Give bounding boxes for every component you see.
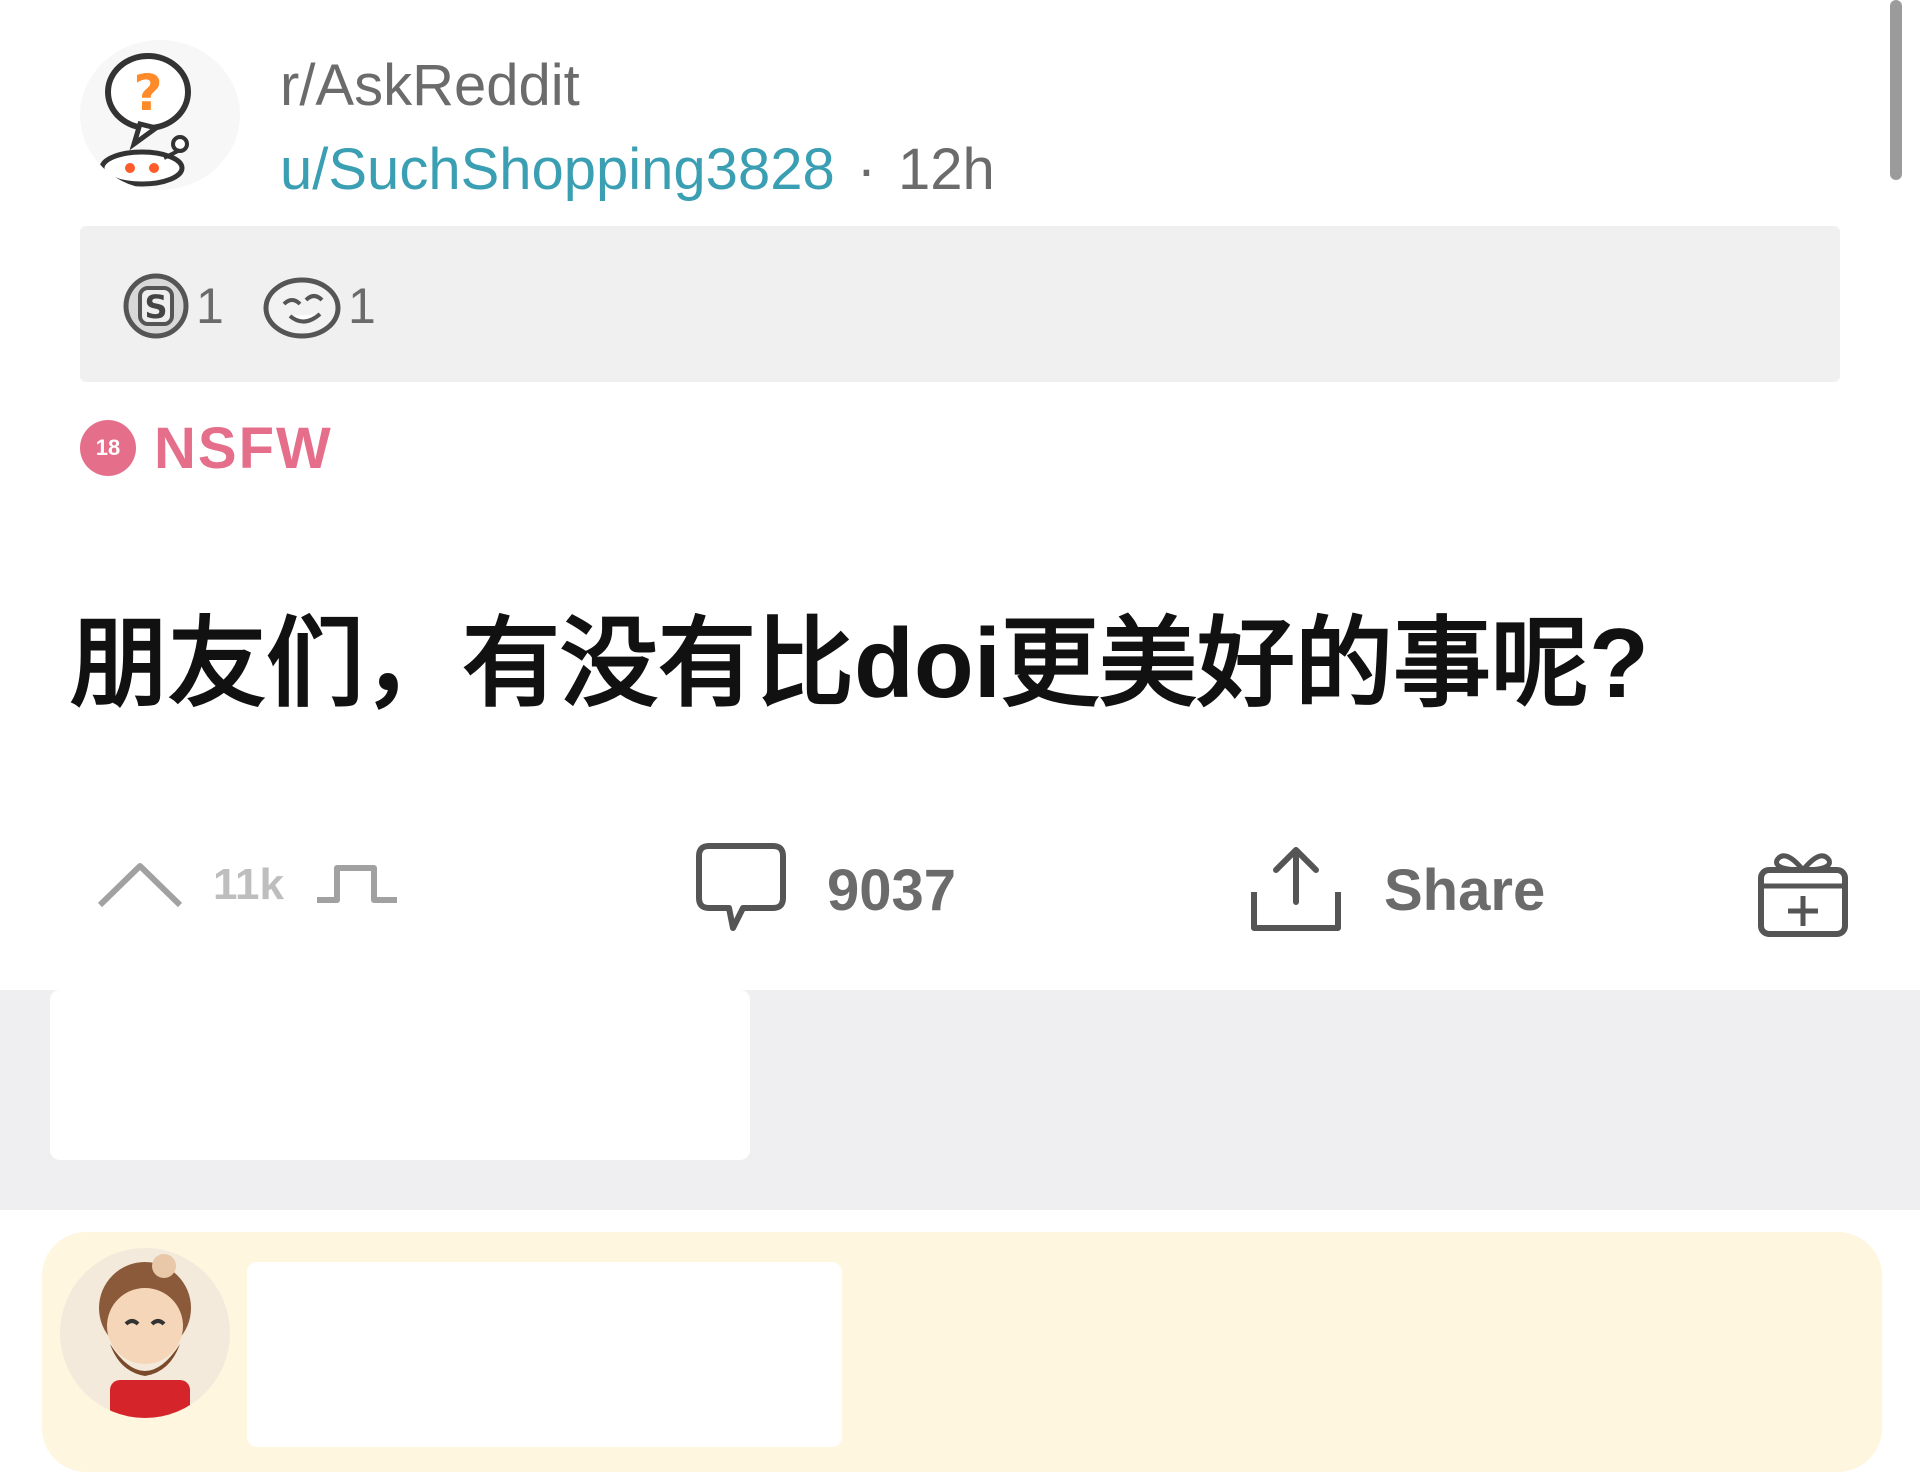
redacted-area	[50, 990, 750, 1160]
vote-group: 11k	[95, 840, 402, 930]
post-header: ? r/AskReddit u/SuchShopping3828 · 12h	[80, 40, 1780, 202]
comment-count: 9037	[827, 857, 957, 923]
silver-award-icon: S	[123, 273, 189, 339]
laughing-award-icon	[263, 277, 341, 339]
post-age: 12h	[898, 137, 995, 202]
redacted-comment	[247, 1262, 842, 1447]
post-meta: u/SuchShopping3828 · 12h	[280, 136, 995, 203]
post-title[interactable]: 朋友们，有没有比doi更美好的事呢?	[70, 584, 1649, 726]
nsfw-label: NSFW	[154, 415, 333, 481]
share-button[interactable]: Share	[1248, 840, 1545, 940]
nsfw-18-icon: 18	[80, 420, 136, 476]
nsfw-tag: 18 NSFW	[80, 412, 333, 484]
svg-text:S: S	[144, 288, 167, 326]
award-silver[interactable]: S 1	[120, 266, 224, 346]
award-count: 1	[196, 278, 224, 334]
share-label: Share	[1384, 857, 1546, 923]
comment-bubble-icon	[696, 843, 786, 931]
award-laughing[interactable]: 1	[260, 266, 376, 346]
award-count: 1	[348, 278, 376, 334]
gift-award-icon	[1758, 853, 1848, 937]
upvote-arrow-icon[interactable]	[95, 860, 185, 910]
post-action-bar: 11k 9037 Share	[0, 830, 1920, 950]
subreddit-name[interactable]: r/AskReddit	[280, 52, 580, 119]
downvote-arrow-icon[interactable]	[312, 860, 402, 910]
upvote-count: 11k	[213, 860, 284, 909]
meta-separator: ·	[856, 137, 877, 202]
askreddit-snoo-icon[interactable]: ?	[80, 40, 240, 190]
svg-text:?: ?	[133, 64, 162, 122]
comments-button[interactable]: 9037	[695, 840, 956, 940]
awards-bar[interactable]: S 1 1	[80, 226, 1840, 382]
comment-card[interactable]	[42, 1232, 1882, 1472]
share-upload-icon	[1251, 847, 1341, 931]
author-link[interactable]: u/SuchShopping3828	[280, 137, 835, 202]
gift-award-button[interactable]	[1755, 846, 1851, 947]
user-avatar[interactable]	[60, 1248, 230, 1418]
scrollbar[interactable]	[1890, 0, 1902, 180]
